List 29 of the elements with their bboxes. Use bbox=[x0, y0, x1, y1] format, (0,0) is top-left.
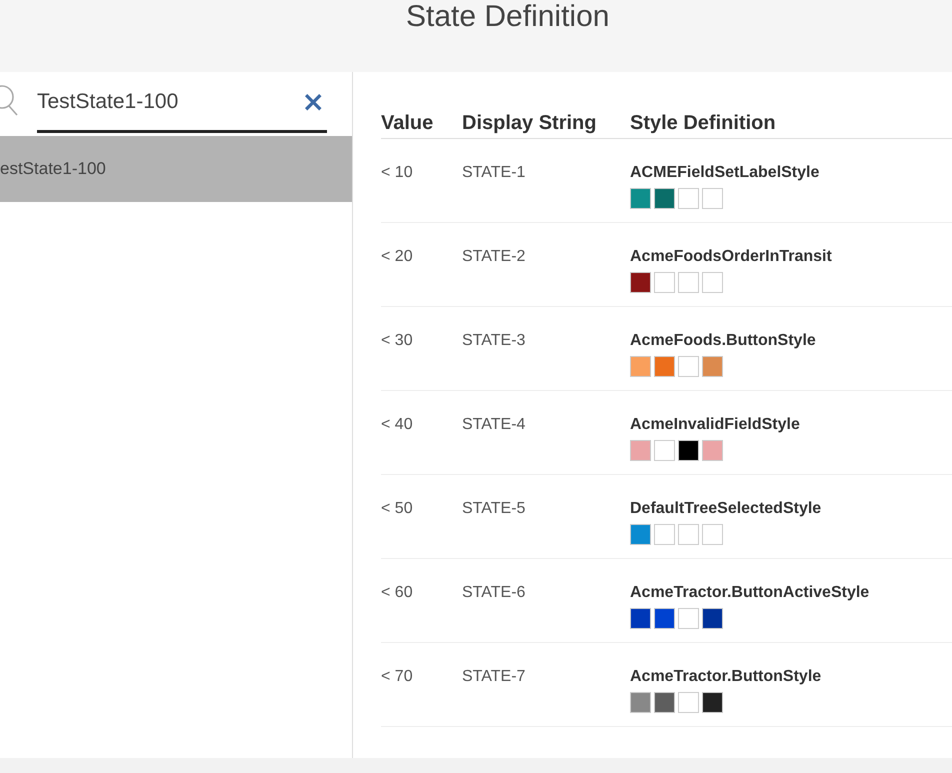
style-name: AcmeTractor.ButtonActiveStyle bbox=[630, 584, 870, 602]
search-icon bbox=[0, 84, 20, 118]
display-string-cell-text: STATE-6 bbox=[462, 584, 526, 603]
display-string-cell-text: STATE-3 bbox=[462, 332, 526, 351]
search-field[interactable]: TestState1-100 × bbox=[37, 74, 327, 133]
style-name: AcmeInvalidFieldStyle bbox=[630, 416, 801, 434]
style-name: DefaultTreeSelectedStyle bbox=[630, 500, 822, 518]
style-name: AcmeTractor.ButtonStyle bbox=[630, 668, 822, 686]
style-name: ACMEFieldSetLabelStyle bbox=[630, 164, 820, 182]
value-cell-text: < 50 bbox=[381, 500, 414, 519]
value-cell-text: < 30 bbox=[381, 332, 414, 351]
style-name: AcmeFoodsOrderInTransit bbox=[630, 248, 833, 266]
value-cell-text: < 20 bbox=[381, 248, 414, 267]
style-name: AcmeFoods.ButtonStyle bbox=[630, 332, 817, 350]
display-string-cell-text: STATE-4 bbox=[462, 416, 526, 435]
display-string-cell-text: STATE-7 bbox=[462, 668, 526, 687]
column-header: Display String bbox=[462, 112, 598, 135]
value-cell-text: < 60 bbox=[381, 584, 414, 603]
window-title: State Definition bbox=[406, 0, 610, 35]
clear-button[interactable]: × bbox=[300, 88, 327, 116]
column-header: Value bbox=[381, 112, 434, 135]
column-header: Style Definition bbox=[630, 112, 777, 135]
display-string-cell-text: STATE-2 bbox=[462, 248, 526, 267]
value-cell-text: < 10 bbox=[381, 164, 414, 183]
display-string-cell-text: STATE-1 bbox=[462, 164, 526, 183]
display-string-cell-text: STATE-5 bbox=[462, 500, 526, 519]
value-cell-text: < 70 bbox=[381, 668, 414, 687]
list-item[interactable]: estState1-100 bbox=[0, 136, 352, 202]
value-cell-text: < 40 bbox=[381, 416, 414, 435]
